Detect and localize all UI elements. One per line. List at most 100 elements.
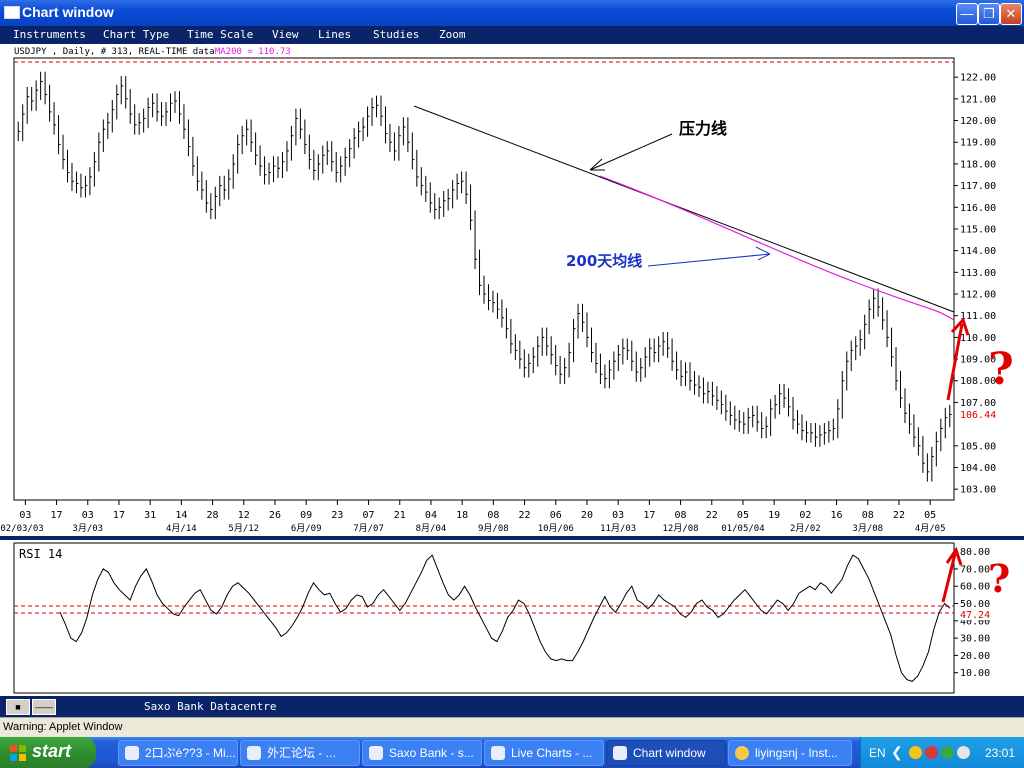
menu-lines[interactable]: Lines xyxy=(318,28,351,41)
ma200-label: 200天均线 xyxy=(566,252,642,270)
last-price-label: 106.44 xyxy=(960,410,996,421)
rsi-y-tick-label: 10.00 xyxy=(960,668,990,679)
rsi-frame xyxy=(13,542,955,694)
rsi-last-label: 47.24 xyxy=(960,610,990,621)
x-tick-label: 26 xyxy=(269,510,281,521)
x-date-label: 12月/08 xyxy=(663,523,699,534)
taskbar-item-live-charts[interactable]: Live Charts - ... xyxy=(484,740,604,766)
rsi-y-tick-label: 60.00 xyxy=(960,582,990,593)
y-tick-label: 107.00 xyxy=(960,398,996,409)
x-tick-label: 31 xyxy=(144,510,156,521)
chart-header-info: USDJPY , Daily, # 313, REAL-TIME data xyxy=(14,47,214,57)
x-tick-label: 05 xyxy=(737,510,749,521)
tray-app-icon-4[interactable] xyxy=(957,746,970,759)
rsi-y-tick-label: 80.00 xyxy=(960,547,990,558)
x-tick-label: 08 xyxy=(862,510,874,521)
rsi-chart[interactable]: RSI 14 80.0070.0060.0050.0040.0030.0020.… xyxy=(0,540,1024,696)
maximize-button[interactable]: ❐ xyxy=(978,3,1000,25)
x-tick-label: 17 xyxy=(51,510,63,521)
rsi-title: RSI 14 xyxy=(19,547,62,561)
tray-expand-icon[interactable]: ❮ xyxy=(891,744,903,761)
y-axis: 122.00 121.00 120.00 119.00 118.00 117.00 116.… xyxy=(954,73,996,496)
x-date-label: 3月/08 xyxy=(852,523,883,534)
x-tick-label: 08 xyxy=(675,510,687,521)
menu-view[interactable]: View xyxy=(272,28,299,41)
rsi-panel[interactable]: RSI 14 80.00 70.00 60.00 50.00 40.00 30.00 20.… xyxy=(0,540,1024,696)
x-tick-label: 14 xyxy=(175,510,187,521)
x-tick-label: 03 xyxy=(19,510,31,521)
menu-time-scale[interactable]: Time Scale xyxy=(187,28,253,41)
x-axis: 03 17 03 17 31 14 28 12 26 09 23 07 21 04 18 08 22 06 20 03… xyxy=(0,500,946,534)
x-date-label: 6月/09 xyxy=(291,523,322,534)
x-tick-label: 03 xyxy=(82,510,94,521)
tray-app-icon-2[interactable] xyxy=(925,746,938,759)
resistance-pointer-arrow xyxy=(589,133,673,171)
tray-app-icon-1[interactable] xyxy=(909,746,922,759)
x-tick-label: 08 xyxy=(487,510,499,521)
chart-header-ma: , MA200 = 110.73 xyxy=(204,47,291,57)
x-date-label: 02/03/03 xyxy=(0,524,43,534)
x-tick-label: 22 xyxy=(706,510,718,521)
y-tick-label: 119.00 xyxy=(960,138,996,149)
rsi-y-tick-label: 70.00 xyxy=(960,564,990,575)
resistance-label: 压力线 xyxy=(679,119,727,138)
system-tray: EN ❮ 23:01 xyxy=(860,737,1024,768)
start-label: start xyxy=(32,741,72,761)
price-chart[interactable]: USDJPY , Daily, # 313, REAL-TIME data , … xyxy=(0,44,1024,536)
ie-icon xyxy=(491,746,505,760)
y-tick-label: 118.00 xyxy=(960,159,996,170)
rsi-y-tick-label: 30.00 xyxy=(960,634,990,645)
x-tick-label: 04 xyxy=(425,510,437,521)
x-date-label: 2月/02 xyxy=(790,523,821,534)
y-tick-label: 115.00 xyxy=(960,224,996,235)
close-button[interactable]: ✕ xyxy=(1000,3,1022,25)
messenger-icon xyxy=(735,746,749,760)
taskbar-item-chart-window[interactable]: Chart window xyxy=(606,740,726,766)
minimize-button[interactable]: — xyxy=(956,3,978,25)
taskbar-item-forum[interactable]: 外汇论坛 - ... xyxy=(240,740,360,766)
x-tick-label: 16 xyxy=(831,510,843,521)
menu-studies[interactable]: Studies xyxy=(373,28,419,41)
start-button[interactable]: start xyxy=(0,737,96,768)
tray-app-icon-3[interactable] xyxy=(941,746,954,759)
x-tick-label: 20 xyxy=(581,510,593,521)
x-date-label: 9月/08 xyxy=(478,523,509,534)
question-mark: ? xyxy=(988,344,1014,395)
x-date-label: 5月/12 xyxy=(228,523,259,534)
price-chart-panel[interactable]: USDJPY , Daily, # 313, REAL-TIME data , … xyxy=(0,44,1024,536)
menu-bar: Instruments Chart Type Time Scale View L… xyxy=(0,26,1024,44)
applet-warning: Warning: Applet Window xyxy=(0,717,1024,737)
title-bar: Chart window — ❐ ✕ xyxy=(0,0,1024,26)
x-tick-label: 22 xyxy=(893,510,905,521)
y-tick-label: 120.00 xyxy=(960,116,996,127)
x-tick-label: 12 xyxy=(238,510,250,521)
x-tick-label: 02 xyxy=(799,510,811,521)
status-icon-button[interactable]: ■ xyxy=(6,699,30,715)
ma200-pointer-arrow xyxy=(647,253,771,267)
x-date-label: 4月/14 xyxy=(166,523,197,534)
window-icon xyxy=(4,6,20,19)
x-date-label: 10月/06 xyxy=(538,523,574,534)
taskbar-item-saxo[interactable]: Saxo Bank - s... xyxy=(362,740,482,766)
rsi-line xyxy=(59,554,951,682)
clock: 23:01 xyxy=(985,746,1016,760)
x-date-label: 3月/03 xyxy=(72,523,103,534)
x-date-label: 7月/07 xyxy=(353,523,384,534)
menu-instruments[interactable]: Instruments xyxy=(13,28,86,41)
x-tick-label: 09 xyxy=(300,510,312,521)
status-split-button[interactable]: —— xyxy=(32,699,56,715)
menu-chart-type[interactable]: Chart Type xyxy=(103,28,169,41)
status-bar: ■ —— Saxo Bank Datacentre xyxy=(0,697,1024,717)
language-indicator[interactable]: EN xyxy=(869,746,886,760)
x-tick-label: 06 xyxy=(550,510,562,521)
y-tick-label: 113.00 xyxy=(960,268,996,279)
y-tick-label: 114.00 xyxy=(960,246,996,257)
y-tick-label: 110.00 xyxy=(960,333,996,344)
x-date-label: 8月/04 xyxy=(416,523,447,534)
window-title: Chart window xyxy=(22,4,114,20)
menu-zoom[interactable]: Zoom xyxy=(439,28,466,41)
taskbar-item-mi[interactable]: 2口ぷè??3 - Mi... xyxy=(118,740,238,766)
x-tick-label: 18 xyxy=(456,510,468,521)
taskbar-item-messenger[interactable]: liyingsnj - Inst... xyxy=(728,740,852,766)
x-tick-label: 07 xyxy=(363,510,375,521)
